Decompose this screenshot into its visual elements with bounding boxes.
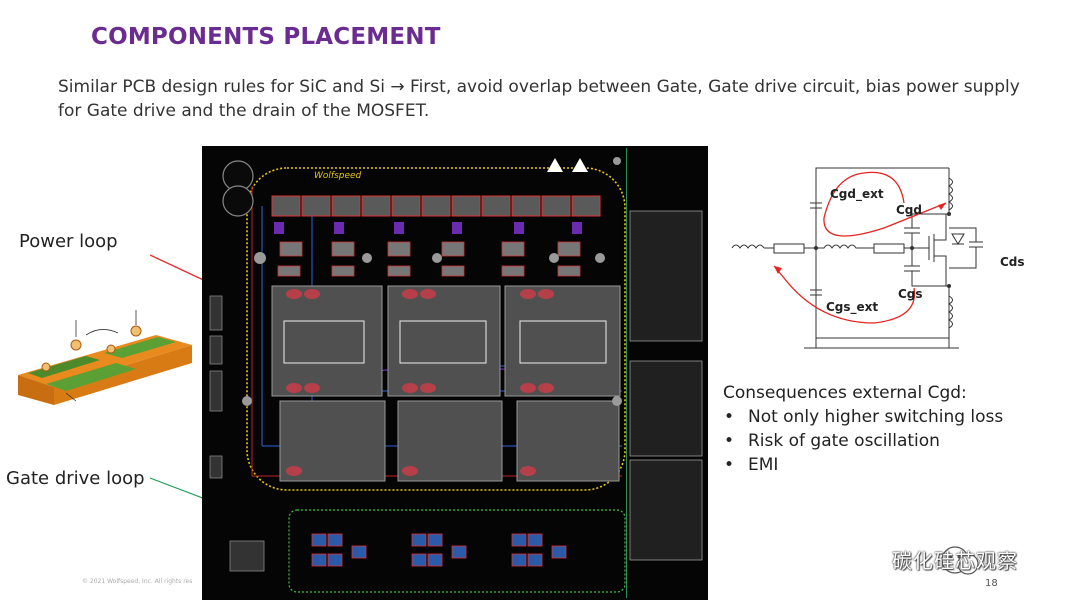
pcb-3d-illustration [18, 310, 192, 405]
pcb-layout-graphic: Wolfspeed [202, 146, 708, 600]
consequences-heading: Consequences external Cgd: [723, 383, 967, 403]
cgs-ext-label: Cgs_ext [826, 300, 878, 315]
list-item: Not only higher switching loss [723, 405, 1003, 429]
consequences-list: Not only higher switching loss Risk of g… [723, 405, 1003, 477]
watermark-text: 碳化硅芯观察 [892, 549, 1018, 573]
cgd-ext-label: Cgd_ext [830, 187, 884, 202]
list-item: Risk of gate oscillation [723, 429, 1003, 453]
circuit-diagram: Cgd_ext Cgd Cds Cgs Cgs_ext [731, 167, 1025, 349]
consequences-block: Consequences external Cgd: Not only high… [723, 381, 1003, 477]
pcb-brand-text: Wolfspeed [314, 171, 362, 181]
cgd-label: Cgd [896, 203, 922, 217]
cgs-label: Cgs [898, 287, 923, 301]
pcb-layout-image: Wolfspeed [202, 146, 708, 600]
list-item: EMI [723, 453, 1003, 477]
cds-label: Cds [1000, 255, 1025, 269]
copyright-text: © 2021 Wolfspeed, Inc. All rights res [82, 578, 193, 585]
